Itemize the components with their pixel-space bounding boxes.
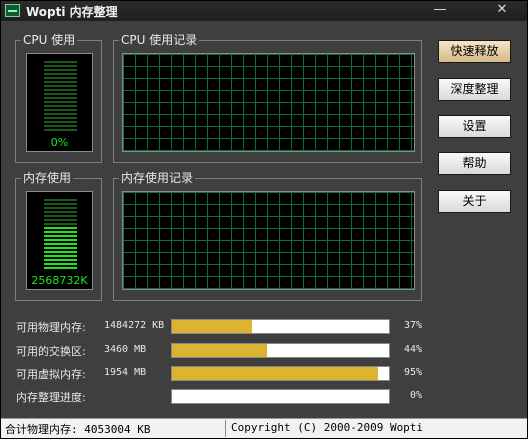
meter-segment: [44, 251, 77, 253]
meter-segment: [44, 77, 77, 79]
meter-segment: [44, 109, 77, 111]
cpu-usage-panel: CPU 使用 0%: [15, 33, 102, 163]
meter-segment: [44, 65, 77, 67]
memory-usage-label: 内存使用: [21, 171, 74, 185]
meter-segment: [44, 105, 77, 107]
cpu-usage-label: CPU 使用: [21, 33, 78, 47]
cpu-meter-bars: [44, 61, 77, 133]
progress-fill: [172, 320, 253, 333]
status-bar: 合计物理内存: 4053004 KB Copyright (C) 2000-20…: [1, 418, 527, 438]
cpu-meter: 0%: [26, 53, 93, 152]
memory-meter-bars: [44, 199, 77, 271]
meter-segment: [44, 101, 77, 103]
meter-segment: [44, 203, 77, 205]
meter-segment: [44, 129, 77, 131]
meter-segment: [44, 93, 77, 95]
copyright-status: Copyright (C) 2000-2009 Wopti: [231, 421, 424, 434]
title-bar: Wopti 内存整理 — ✕: [1, 1, 527, 21]
memory-usage-value: 2568732K: [31, 274, 88, 287]
meter-segment: [44, 207, 77, 209]
status-divider: [225, 420, 226, 437]
meter-segment: [44, 69, 77, 71]
meter-segment: [44, 113, 77, 115]
meter-segment: [44, 215, 77, 217]
meter-segment: [44, 267, 77, 269]
meter-segment: [44, 81, 77, 83]
stat-percent: 0%: [409, 390, 422, 401]
stat-value: 1954 MB: [104, 367, 147, 378]
minimize-button[interactable]: —: [428, 1, 452, 19]
meter-segment: [44, 235, 77, 237]
stat-row-progress: 内存整理进度: 0%: [1, 389, 527, 405]
stat-value: 3460 MB: [104, 344, 147, 355]
cpu-history-panel: CPU 使用记录: [113, 33, 422, 163]
cpu-usage-value: 0%: [50, 136, 69, 149]
memory-meter: 2568732K: [26, 191, 93, 290]
stat-row-physical: 可用物理内存: 1484272 KB 37%: [1, 319, 527, 335]
meter-segment: [44, 247, 77, 249]
progress-fill: [172, 367, 379, 380]
stat-label: 可用物理内存:: [16, 321, 86, 334]
meter-segment: [44, 117, 77, 119]
meter-segment: [44, 61, 77, 63]
main-window: Wopti 内存整理 — ✕ CPU 使用 0% CPU 使用记录 内存使用 2…: [0, 0, 528, 439]
physical-memory-bar: [171, 319, 390, 334]
app-icon: [5, 4, 20, 17]
stat-label: 可用虚拟内存:: [16, 368, 86, 381]
meter-segment: [44, 121, 77, 123]
meter-segment: [44, 211, 77, 213]
memory-history-panel: 内存使用记录: [113, 171, 422, 301]
settings-button[interactable]: 设置: [438, 115, 511, 138]
quick-release-button[interactable]: 快速释放: [438, 40, 511, 63]
swap-bar: [171, 343, 390, 358]
stat-label: 内存整理进度:: [16, 391, 86, 404]
meter-segment: [44, 239, 77, 241]
window-title: Wopti 内存整理: [26, 5, 118, 19]
stat-row-swap: 可用的交换区: 3460 MB 44%: [1, 343, 527, 359]
total-memory-status: 合计物理内存: 4053004 KB: [5, 423, 151, 436]
optimize-progress-bar: [171, 389, 390, 404]
close-button[interactable]: ✕: [490, 1, 514, 19]
virtual-memory-bar: [171, 366, 390, 381]
help-button[interactable]: 帮助: [438, 152, 511, 175]
meter-segment: [44, 85, 77, 87]
meter-segment: [44, 89, 77, 91]
deep-optimize-button[interactable]: 深度整理: [438, 78, 511, 101]
cpu-history-graph: [122, 53, 415, 152]
stat-value: 1484272 KB: [104, 320, 165, 331]
memory-history-graph: [122, 191, 415, 290]
memory-usage-panel: 内存使用 2568732K: [15, 171, 102, 301]
cpu-history-label: CPU 使用记录: [119, 33, 200, 47]
progress-fill: [172, 344, 268, 357]
meter-segment: [44, 243, 77, 245]
meter-segment: [44, 73, 77, 75]
meter-segment: [44, 199, 77, 201]
meter-segment: [44, 231, 77, 233]
about-button[interactable]: 关于: [438, 190, 511, 213]
meter-segment: [44, 263, 77, 265]
meter-segment: [44, 255, 77, 257]
meter-segment: [44, 125, 77, 127]
meter-segment: [44, 223, 77, 225]
stat-percent: 37%: [403, 320, 422, 331]
meter-segment: [44, 97, 77, 99]
meter-segment: [44, 219, 77, 221]
meter-segment: [44, 259, 77, 261]
stat-percent: 44%: [403, 344, 422, 355]
memory-history-label: 内存使用记录: [119, 171, 196, 185]
stat-percent: 95%: [403, 367, 422, 378]
meter-segment: [44, 227, 77, 229]
stat-label: 可用的交换区:: [16, 345, 86, 358]
stat-row-virtual: 可用虚拟内存: 1954 MB 95%: [1, 366, 527, 382]
